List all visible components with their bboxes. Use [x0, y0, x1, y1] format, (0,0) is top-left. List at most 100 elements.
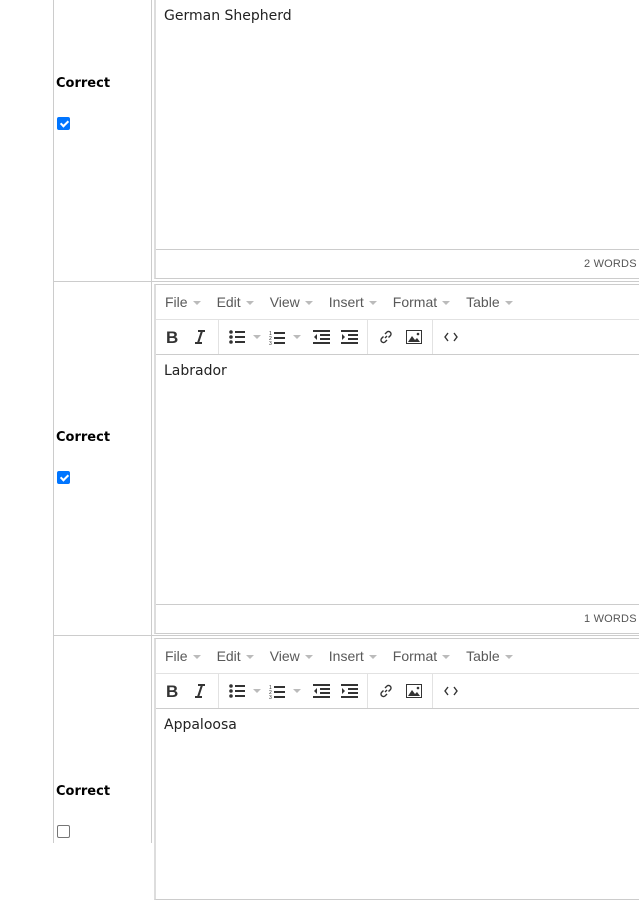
correct-checkbox[interactable] [57, 117, 70, 130]
caret-down-icon [304, 655, 313, 659]
caret-down-icon [368, 655, 377, 659]
correct-checkbox[interactable] [57, 471, 70, 484]
caret-down-icon [192, 301, 201, 305]
menu-file[interactable]: File [165, 648, 201, 664]
numbered-list-icon: 123 [269, 331, 285, 345]
bullet-list-icon [229, 330, 245, 344]
correct-label: Correct [56, 430, 111, 445]
menu-table-label: Table [466, 648, 500, 664]
correct-cell: Correct [54, 0, 151, 281]
editor-content[interactable]: Appaloosa [156, 709, 639, 741]
menu-view-label: View [269, 294, 300, 310]
menu-file-label: File [165, 294, 188, 310]
menu-insert-label: Insert [328, 648, 364, 664]
link-button[interactable] [372, 677, 400, 705]
image-icon [406, 684, 422, 698]
correct-label: Correct [56, 784, 111, 799]
caret-down-icon [442, 301, 451, 305]
numbered-list-dropdown[interactable] [291, 689, 303, 693]
numbered-list-button[interactable]: 123 [263, 677, 291, 705]
menu-format-label: Format [392, 648, 438, 664]
menu-edit-label: Edit [216, 294, 241, 310]
indent-button[interactable] [335, 677, 363, 705]
svg-text:B: B [166, 329, 178, 345]
caret-down-icon [192, 655, 201, 659]
bold-button[interactable]: B [158, 677, 186, 705]
link-button[interactable] [372, 323, 400, 351]
editor-content[interactable]: German Shepherd [156, 0, 639, 32]
answer-editor: File Edit View Insert Format Table B 123 [154, 638, 639, 900]
caret-down-icon [293, 335, 301, 339]
bold-button[interactable]: B [158, 323, 186, 351]
caret-down-icon [368, 301, 377, 305]
menu-view-label: View [269, 648, 300, 664]
caret-down-icon [293, 689, 301, 693]
editor-toolbar: B 123 [156, 320, 639, 355]
bullet-list-button[interactable] [223, 323, 251, 351]
menu-insert[interactable]: Insert [329, 294, 377, 310]
word-count: 1 WORDS I [584, 613, 639, 625]
editor-statusbar: 2 WORDS I [156, 249, 639, 278]
caret-down-icon [253, 335, 261, 339]
answer-editor: File Edit View Insert Format Table B 123 [154, 284, 639, 634]
numbered-list-dropdown[interactable] [291, 335, 303, 339]
answer-editor: German Shepherd 2 WORDS I [154, 0, 639, 279]
menu-insert[interactable]: Insert [329, 648, 377, 664]
correct-label: Correct [56, 76, 111, 91]
link-icon [380, 684, 392, 698]
menu-file-label: File [165, 648, 188, 664]
numbered-list-icon: 123 [269, 685, 285, 699]
menu-insert-label: Insert [328, 294, 364, 310]
editor-statusbar: 1 WORDS I [156, 604, 639, 633]
caret-down-icon [504, 301, 513, 305]
bullet-list-dropdown[interactable] [251, 335, 263, 339]
correct-checkbox[interactable] [57, 825, 70, 838]
svg-text:3: 3 [269, 341, 272, 345]
outdent-icon [312, 330, 330, 344]
image-icon [406, 330, 422, 344]
menu-file[interactable]: File [165, 294, 201, 310]
indent-button[interactable] [335, 323, 363, 351]
outdent-button[interactable] [307, 677, 335, 705]
indent-icon [340, 330, 358, 344]
menu-view[interactable]: View [270, 648, 313, 664]
bullet-list-dropdown[interactable] [251, 689, 263, 693]
bold-icon: B [166, 683, 178, 699]
image-button[interactable] [400, 677, 428, 705]
menu-view[interactable]: View [270, 294, 313, 310]
editor-menubar: File Edit View Insert Format Table [156, 285, 639, 320]
italic-icon [195, 684, 205, 698]
link-icon [380, 330, 392, 344]
outdent-icon [312, 684, 330, 698]
menu-format-label: Format [392, 294, 438, 310]
caret-down-icon [245, 655, 254, 659]
outdent-button[interactable] [307, 323, 335, 351]
menu-table[interactable]: Table [466, 294, 513, 310]
menu-format[interactable]: Format [392, 294, 451, 310]
editor-menubar: File Edit View Insert Format Table [156, 639, 639, 674]
source-code-icon [444, 332, 458, 342]
source-code-button[interactable] [437, 677, 465, 705]
svg-text:B: B [166, 683, 178, 699]
svg-text:3: 3 [269, 695, 272, 699]
menu-format[interactable]: Format [392, 648, 451, 664]
editor-content[interactable]: Labrador [156, 355, 639, 387]
menu-edit-label: Edit [216, 648, 241, 664]
caret-down-icon [245, 301, 254, 305]
bullet-list-button[interactable] [223, 677, 251, 705]
editor-toolbar: B 123 [156, 674, 639, 709]
menu-edit[interactable]: Edit [217, 648, 254, 664]
column-divider [151, 0, 152, 843]
italic-button[interactable] [186, 677, 214, 705]
menu-edit[interactable]: Edit [217, 294, 254, 310]
caret-down-icon [442, 655, 451, 659]
italic-button[interactable] [186, 323, 214, 351]
image-button[interactable] [400, 323, 428, 351]
correct-cell: Correct [54, 636, 151, 843]
caret-down-icon [504, 655, 513, 659]
source-code-button[interactable] [437, 323, 465, 351]
menu-table-label: Table [466, 294, 500, 310]
menu-table[interactable]: Table [466, 648, 513, 664]
numbered-list-button[interactable]: 123 [263, 323, 291, 351]
caret-down-icon [253, 689, 261, 693]
